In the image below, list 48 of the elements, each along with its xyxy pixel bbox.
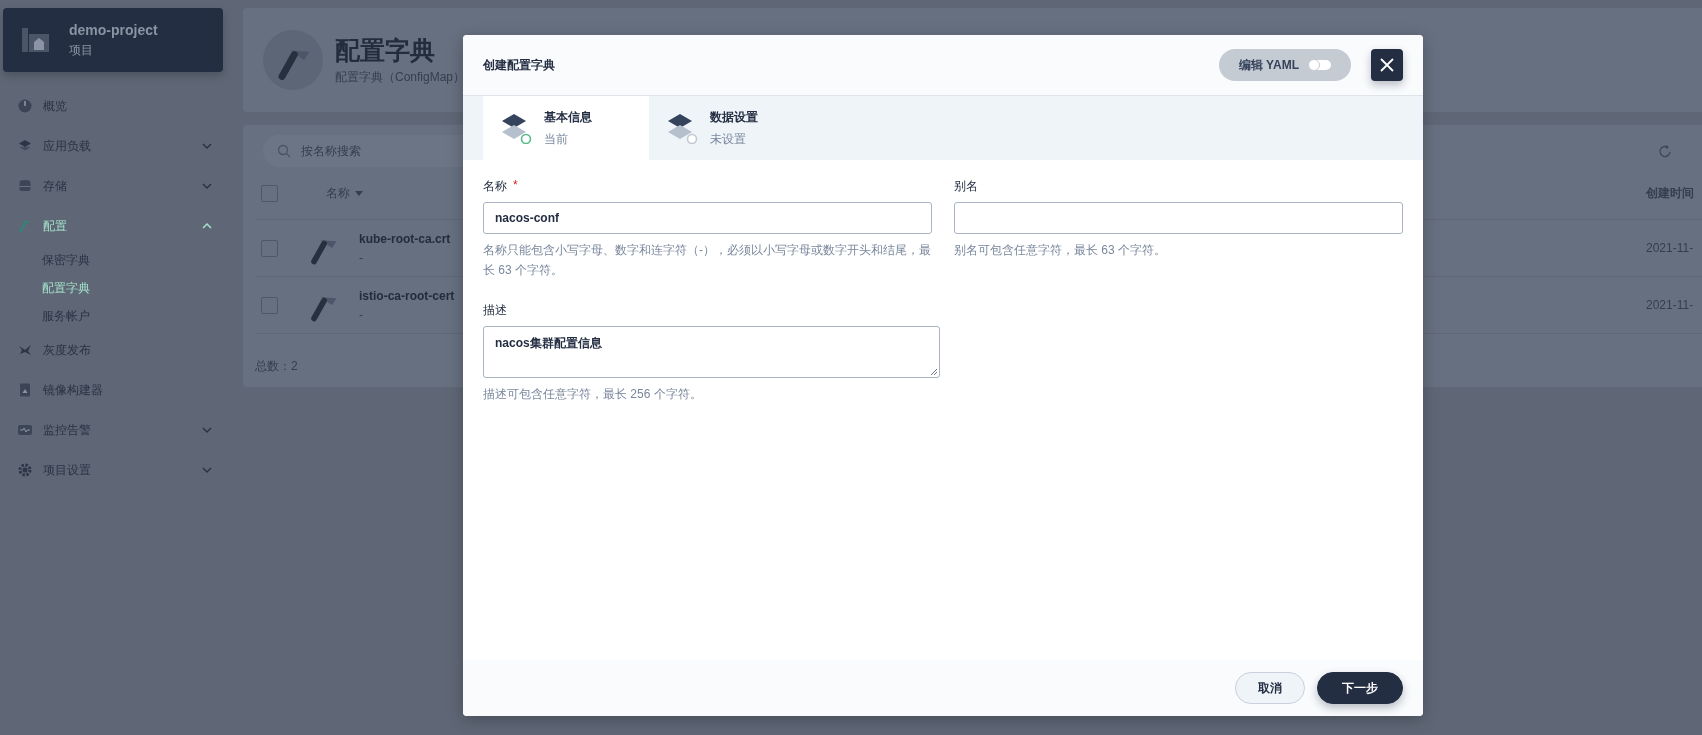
resize-grip-icon <box>929 367 938 376</box>
layers-icon <box>501 112 532 144</box>
chevron-down-icon <box>201 465 213 475</box>
field-hint: 别名可包含任意字符，最长 63 个字符。 <box>954 242 1167 259</box>
textarea-field[interactable]: nacos集群配置信息 <box>483 326 940 378</box>
close-icon <box>1379 57 1395 73</box>
configmap-description: - <box>359 307 364 322</box>
field-label: 别名 <box>954 178 978 195</box>
image-frame-icon <box>17 382 33 398</box>
refresh-icon <box>1658 144 1672 158</box>
field-hint: 描述可包含任意字符，最长 256 个字符。 <box>483 386 703 403</box>
search-icon <box>277 144 291 158</box>
chevron-down-icon <box>201 141 213 151</box>
configmap-description: - <box>359 250 364 265</box>
input-field[interactable]: nacos-conf <box>483 202 932 234</box>
input-field[interactable] <box>954 202 1403 234</box>
step-tab[interactable]: 数据设置 未设置 <box>649 96 815 160</box>
field-label: 名称 <box>483 178 507 195</box>
chevron-down-icon <box>201 181 213 191</box>
dialog-title: 创建配置字典 <box>483 56 556 74</box>
configmap-name[interactable]: istio-ca-root-cert <box>359 288 455 303</box>
database-icon <box>17 178 33 194</box>
edit-yaml-toggle[interactable]: 编辑 YAML <box>1218 49 1351 81</box>
next-button[interactable]: 下一步 <box>1317 672 1403 704</box>
checkbox[interactable] <box>261 184 278 202</box>
dashboard-icon <box>17 98 33 114</box>
project-card[interactable]: demo-project 项目 <box>3 8 223 72</box>
close-button[interactable] <box>1371 49 1403 81</box>
required-mark: * <box>513 178 518 194</box>
checkbox[interactable] <box>261 296 278 314</box>
cancel-button[interactable]: 取消 <box>1235 672 1305 704</box>
configmap-name[interactable]: kube-root-ca.crt <box>359 231 451 246</box>
layers-icon <box>667 112 698 144</box>
chevron-up-icon <box>201 221 213 231</box>
project-type: 项目 <box>69 41 94 59</box>
nav-subitem[interactable]: 配置字典 <box>3 274 213 302</box>
step-tab[interactable]: 基本信息 当前 <box>483 96 649 160</box>
field-hint: 名称只能包含小写字母、数字和连字符（-），必须以小写字母或数字开头和结尾，最长 63 个字符。 <box>483 242 932 279</box>
settings-icon <box>17 462 33 478</box>
monitor-pulse-icon <box>17 422 33 438</box>
chevron-down-icon <box>201 425 213 435</box>
folder-icon <box>21 26 51 54</box>
nav-item[interactable]: 配置 <box>3 206 213 246</box>
checkbox[interactable] <box>261 239 278 257</box>
sort-caret-icon <box>354 189 364 197</box>
field-label: 描述 <box>483 302 507 319</box>
page-title: 配置字典 <box>335 35 436 66</box>
project-name: demo-project <box>69 21 158 38</box>
